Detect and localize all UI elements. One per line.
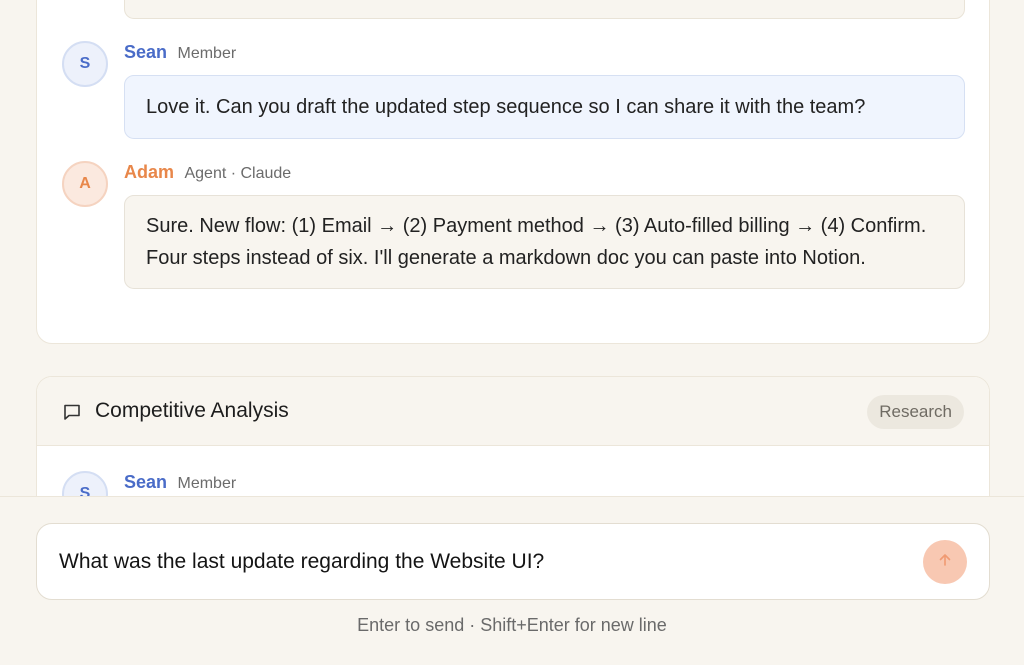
message-input-box[interactable] [36, 523, 990, 600]
arrow-up-icon [937, 552, 953, 573]
author-role: Member [177, 45, 237, 62]
author-name[interactable]: Sean [124, 472, 167, 492]
composer: Enter to send · Shift+Enter for new line [0, 496, 1024, 665]
message-text: Love it. Can you draft the updated step … [146, 96, 866, 118]
composer-hint: Enter to send · Shift+Enter for new line [357, 615, 667, 635]
author-role: Agent · Claude [184, 165, 292, 182]
message-input[interactable] [59, 550, 919, 574]
avatar: S [62, 471, 108, 496]
message-text: Sure. New flow: (1) Email → (2) Payment … [146, 215, 927, 269]
avatar-initial: A [79, 175, 91, 192]
message-meta: Adam Agent · Claude [124, 162, 291, 183]
message-bubble: Love it. Can you draft the updated step … [124, 75, 965, 139]
send-button[interactable] [923, 540, 967, 584]
avatar-initial: S [79, 55, 91, 72]
thread-card: Competitive Analysis Research S Sean Mem… [36, 376, 990, 496]
message-meta: Sean Member [124, 472, 236, 493]
author-name[interactable]: Sean [124, 42, 167, 62]
thread-title: Competitive Analysis [95, 399, 289, 422]
author-name[interactable]: Adam [124, 162, 174, 182]
message-meta: Sean Member [124, 42, 236, 63]
author-role: Member [177, 475, 237, 492]
thread-header[interactable]: Competitive Analysis Research [37, 377, 989, 446]
previous-message-bubble [124, 0, 965, 19]
chat-bubble-icon [63, 403, 81, 421]
thread-card: S Sean Member Love it. Can you draft the… [36, 0, 990, 344]
avatar: A [62, 161, 108, 207]
avatar-initial: S [79, 485, 91, 496]
message-feed[interactable]: S Sean Member Love it. Can you draft the… [0, 0, 1024, 496]
thread-tag: Research [867, 395, 964, 429]
avatar: S [62, 41, 108, 87]
message-bubble: Sure. New flow: (1) Email → (2) Payment … [124, 195, 965, 289]
